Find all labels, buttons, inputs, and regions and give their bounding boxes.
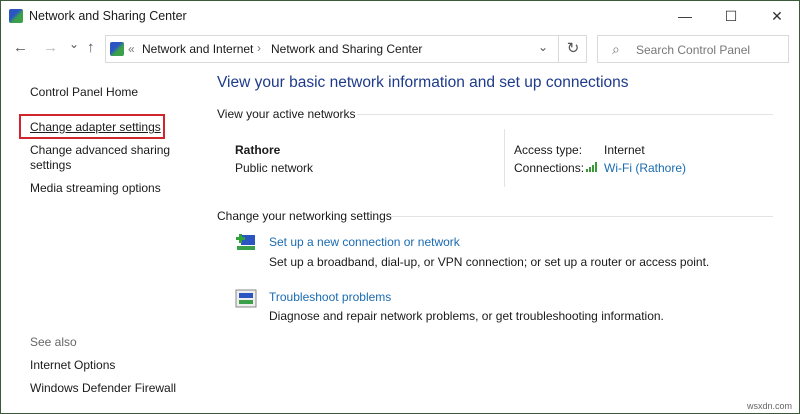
watermark: wsxdn.com [747, 401, 792, 411]
breadcrumb-network-internet[interactable]: Network and Internet [142, 42, 253, 56]
change-settings-label: Change your networking settings [217, 209, 392, 223]
forward-button[interactable]: → [43, 39, 58, 56]
maximize-button[interactable]: ☐ [711, 5, 751, 27]
wifi-connection-link[interactable]: Wi-Fi (Rathore) [604, 161, 686, 175]
troubleshoot-link[interactable]: Troubleshoot problems [269, 290, 391, 304]
vertical-divider [504, 129, 505, 187]
address-dropdown[interactable]: ⌄ [538, 40, 548, 54]
network-type[interactable]: Public network [235, 161, 313, 175]
search-box[interactable]: ⌕ Search Control Panel [597, 35, 789, 63]
setup-connection-desc: Set up a broadband, dial-up, or VPN conn… [269, 255, 709, 269]
minimize-button[interactable]: — [665, 5, 705, 27]
troubleshoot-icon [235, 289, 257, 309]
window-title: Network and Sharing Center [29, 9, 187, 23]
internet-options-link[interactable]: Internet Options [30, 358, 115, 372]
back-button[interactable]: ← [13, 39, 28, 56]
access-type-value: Internet [604, 143, 645, 157]
recent-locations-button[interactable]: ⌄ [69, 37, 79, 51]
search-input[interactable]: Search Control Panel [636, 43, 750, 57]
connections-label: Connections: [514, 161, 584, 175]
divider [357, 114, 773, 115]
setup-connection-link[interactable]: Set up a new connection or network [269, 235, 460, 249]
firewall-link[interactable]: Windows Defender Firewall [30, 381, 176, 395]
address-bar[interactable]: « Network and Internet › Network and Sha… [105, 35, 587, 63]
sidebar-change-adapter-settings[interactable]: Change adapter settings [30, 120, 161, 134]
access-type-label: Access type: [514, 143, 582, 157]
see-also-label: See also [30, 335, 77, 349]
wifi-signal-icon [586, 161, 600, 173]
search-icon: ⌕ [612, 41, 620, 58]
page-heading: View your basic network information and … [217, 74, 629, 92]
new-connection-icon [235, 232, 259, 254]
divider [391, 216, 773, 217]
sidebar-control-panel-home[interactable]: Control Panel Home [30, 85, 138, 99]
sidebar-advanced-sharing[interactable]: Change advanced sharing settings [30, 143, 180, 173]
network-name: Rathore [235, 143, 280, 157]
up-button[interactable]: ↑ [87, 39, 95, 56]
active-networks-label: View your active networks [217, 107, 356, 121]
network-center-icon [9, 9, 23, 23]
control-panel-icon [110, 42, 124, 56]
refresh-button[interactable]: ↻ [558, 36, 587, 62]
close-button[interactable]: ✕ [757, 5, 797, 27]
troubleshoot-desc: Diagnose and repair network problems, or… [269, 309, 664, 323]
breadcrumb-sharing-center[interactable]: Network and Sharing Center [271, 42, 422, 56]
sidebar-media-streaming[interactable]: Media streaming options [30, 181, 161, 195]
overflow-crumbs[interactable]: « [128, 42, 135, 56]
breadcrumb-separator: › [257, 41, 261, 55]
